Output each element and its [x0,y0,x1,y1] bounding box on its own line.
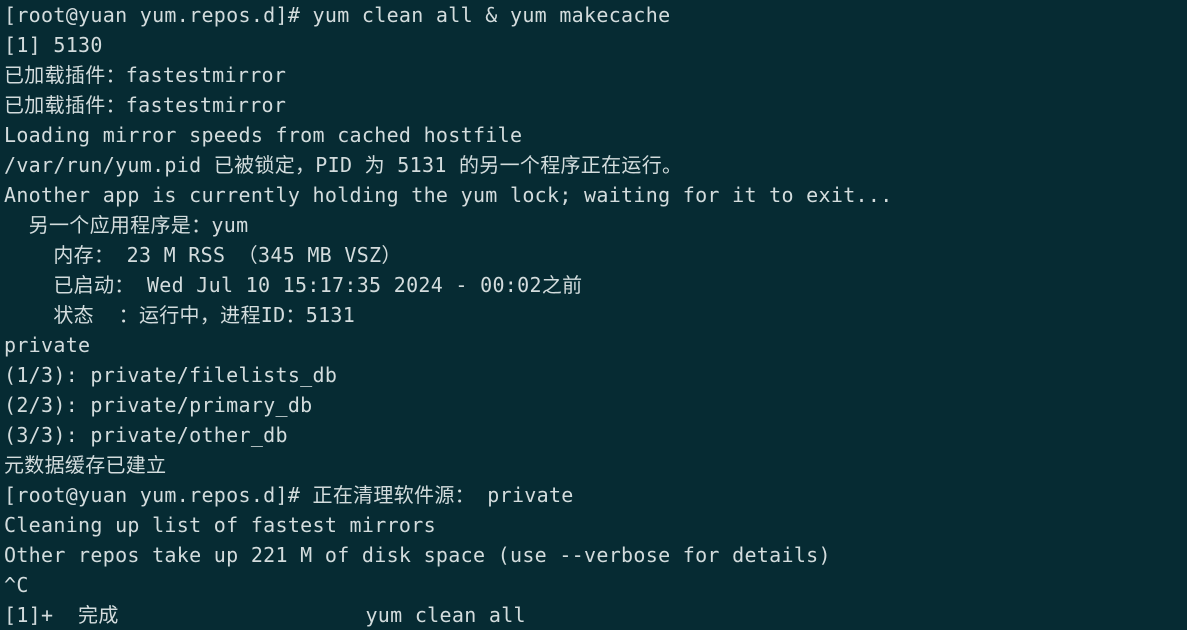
terminal-line-started: 已启动： Wed Jul 10 15:17:35 2024 - 00:02之前 [4,273,583,297]
terminal-line-loading-mirrors: Loading mirror speeds from cached hostfi… [4,123,523,147]
terminal-line-lock-waiting: Another app is currently holding the yum… [4,183,893,207]
terminal-line-interrupt: ^C [4,573,29,597]
terminal-window[interactable]: [root@yuan yum.repos.d]# yum clean all &… [0,0,1187,630]
terminal-line-state: 状态 ：运行中，进程ID：5131 [4,303,356,327]
terminal-line-metadata-cached: 元数据缓存已建立 [4,453,167,477]
terminal-line-job-done: [1]+ 完成 yum clean all [4,603,526,627]
terminal-line-prompt-cleaning: [root@yuan yum.repos.d]# 正在清理软件源： privat… [4,483,574,507]
terminal-line-progress: (3/3): private/other_db [4,423,288,447]
terminal-line-other-app: 另一个应用程序是：yum [4,213,249,237]
terminal-line-cleaning-mirrors: Cleaning up list of fastest mirrors [4,513,436,537]
terminal-line-job-id: [1] 5130 [4,33,103,57]
terminal-line-plugin-loaded: 已加载插件：fastestmirror [4,93,287,117]
terminal-line-progress: (1/3): private/filelists_db [4,363,338,387]
terminal-line-progress: (2/3): private/primary_db [4,393,313,417]
terminal-line-memory: 内存： 23 M RSS （345 MB VSZ） [4,243,402,267]
terminal-line-lock-message: /var/run/yum.pid 已被锁定，PID 为 5131 的另一个程序正… [4,153,683,177]
terminal-line-repo-name: private [4,333,91,357]
terminal-line-prompt-command: [root@yuan yum.repos.d]# yum clean all &… [4,3,671,27]
terminal-line-plugin-loaded: 已加载插件：fastestmirror [4,63,287,87]
terminal-line-disk-space: Other repos take up 221 M of disk space … [4,543,831,567]
